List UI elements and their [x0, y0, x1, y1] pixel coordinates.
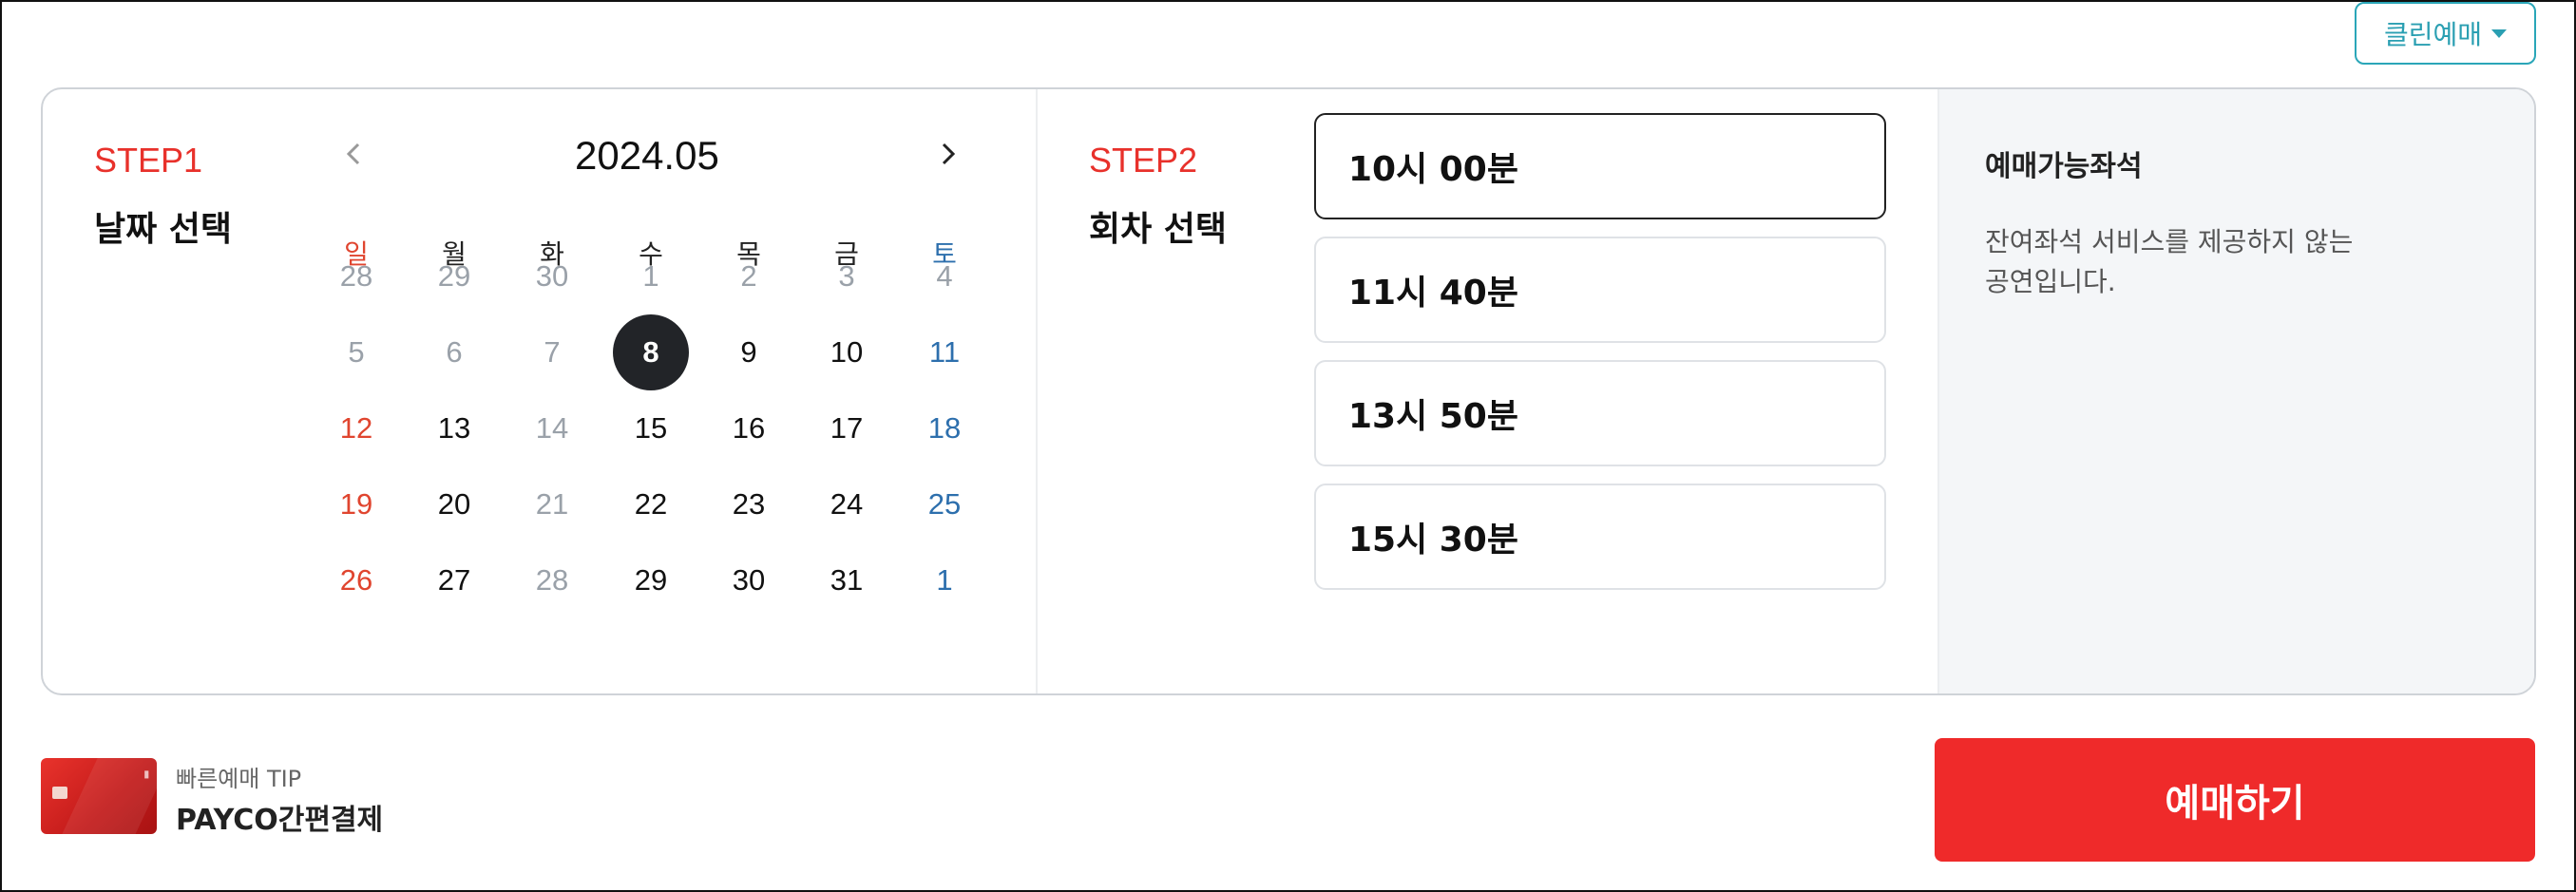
tip-label: 빠른예매 TIP: [176, 766, 302, 792]
calendar-day[interactable]: 29: [613, 542, 689, 618]
calendar-day: 3: [838, 259, 855, 293]
step1-title: 날짜 선택: [94, 210, 233, 249]
calendar-day[interactable]: 1: [906, 542, 983, 618]
caret-down-icon: [2491, 28, 2508, 38]
calendar-day[interactable]: 23: [711, 466, 787, 542]
calendar-day[interactable]: 25: [906, 466, 983, 542]
clean-booking-label: 클린예매: [2383, 19, 2483, 50]
calendar-day: 28: [339, 259, 373, 293]
calendar-day: 28: [535, 563, 569, 597]
book-button[interactable]: 예매하기: [1935, 738, 2535, 862]
card-brand-icon: ▮: [143, 769, 149, 780]
tip-title: PAYCO간편결제: [176, 804, 384, 837]
calendar-day[interactable]: 27: [416, 542, 492, 618]
calendar-day[interactable]: 18: [906, 390, 983, 466]
calendar-day[interactable]: 24: [809, 466, 885, 542]
clean-booking-button[interactable]: 클린예매: [2355, 2, 2536, 65]
calendar-day: 21: [535, 487, 569, 521]
step2-title: 회차 선택: [1089, 210, 1228, 249]
booking-panel: STEP1 날짜 선택 2024.05 일월화수목금토 28 29 30 1 2 3 4 5 6…: [41, 87, 2536, 695]
calendar-day[interactable]: 15: [613, 390, 689, 466]
seat-availability-title: 예매가능좌석: [1985, 150, 2143, 183]
calendar-day: 6: [446, 335, 463, 369]
calendar-day: 2: [740, 259, 757, 293]
calendar-day: 29: [437, 259, 471, 293]
time-slot-selected[interactable]: 10시 00분: [1314, 113, 1886, 219]
next-month-button[interactable]: [938, 137, 959, 180]
calendar-day[interactable]: 9: [711, 314, 787, 390]
time-slot[interactable]: 15시 30분: [1314, 484, 1886, 590]
prev-month-button[interactable]: [343, 137, 364, 180]
time-slot[interactable]: 11시 40분: [1314, 237, 1886, 343]
card-chip-icon: [52, 787, 67, 799]
calendar-day-selected[interactable]: 8: [613, 314, 689, 390]
calendar-day[interactable]: 26: [318, 542, 394, 618]
calendar-day: 30: [535, 259, 569, 293]
calendar-day[interactable]: 12: [318, 390, 394, 466]
calendar-day[interactable]: 13: [416, 390, 492, 466]
seat-availability-description: 잔여좌석 서비스를 제공하지 않는 공연입니다.: [1985, 226, 2354, 297]
calendar-day: 5: [348, 335, 365, 369]
calendar-day[interactable]: 17: [809, 390, 885, 466]
chevron-right-icon: [942, 142, 956, 165]
calendar-day[interactable]: 11: [906, 314, 983, 390]
calendar-month: 2024.05: [575, 133, 719, 178]
time-slot[interactable]: 13시 50분: [1314, 360, 1886, 466]
calendar-day[interactable]: 22: [613, 466, 689, 542]
payco-card-image: ▮: [41, 758, 157, 834]
calendar-day: 14: [535, 411, 569, 445]
calendar-day[interactable]: 19: [318, 466, 394, 542]
calendar-day[interactable]: 30: [711, 542, 787, 618]
calendar-day[interactable]: 16: [711, 390, 787, 466]
step2-label: STEP2: [1089, 141, 1198, 180]
calendar-day[interactable]: 20: [416, 466, 492, 542]
calendar-day[interactable]: 10: [809, 314, 885, 390]
panel-divider: [1036, 89, 1038, 693]
calendar-day: 4: [936, 259, 953, 293]
calendar-day: 1: [642, 259, 659, 293]
chevron-left-icon: [346, 142, 360, 165]
calendar-day: 7: [544, 335, 561, 369]
step1-label: STEP1: [94, 141, 203, 180]
calendar-day[interactable]: 31: [809, 542, 885, 618]
